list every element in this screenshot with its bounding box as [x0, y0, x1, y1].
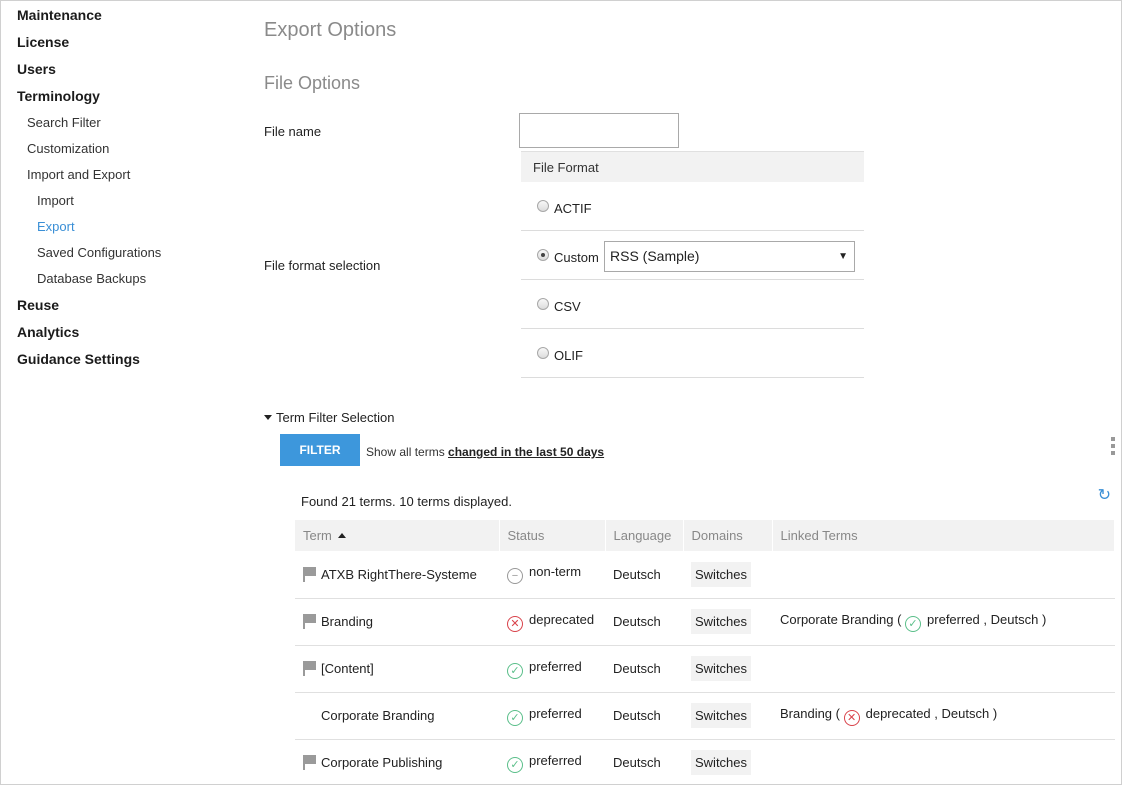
radio-csv[interactable] [537, 298, 549, 310]
table-row[interactable]: Corporate Publishing ✓ preferred Deutsch … [295, 739, 1115, 785]
radio-olif[interactable] [537, 347, 549, 359]
column-header-domains[interactable]: Domains [683, 520, 773, 551]
term-name[interactable]: Corporate Branding [321, 708, 434, 723]
file-format-label: File format selection [264, 258, 381, 273]
preferred-status-icon: ✓ [507, 756, 523, 773]
nav-import[interactable]: Import [37, 193, 74, 208]
domain-chip: Switches [691, 561, 752, 587]
term-status: preferred [529, 658, 582, 674]
dropdown-arrow-icon: ▼ [838, 251, 848, 262]
domain-chip: Switches [691, 609, 752, 634]
radio-actif[interactable] [537, 200, 549, 212]
term-name[interactable]: Branding [321, 614, 373, 629]
custom-format-value: RSS (Sample) [610, 248, 700, 264]
deprecated-status-icon: ✕ [507, 615, 523, 632]
term-status: preferred [529, 752, 582, 768]
nav-import-and-export[interactable]: Import and Export [27, 167, 130, 182]
deprecated-status-icon: ✕ [843, 709, 860, 726]
column-header-term[interactable]: Term [295, 520, 500, 551]
column-header-language[interactable]: Language [605, 520, 684, 551]
sidebar-nav: Maintenance License Users Terminology Se… [1, 1, 241, 784]
linked-term-language: Deutsch [941, 705, 990, 721]
page-title: Export Options [264, 19, 397, 41]
linked-term-status: deprecated [865, 705, 931, 721]
format-label-csv: CSV [554, 299, 581, 314]
file-name-input[interactable] [519, 113, 679, 148]
radio-custom[interactable] [537, 249, 549, 261]
nav-analytics[interactable]: Analytics [17, 324, 79, 340]
format-row-olif: OLIF [521, 329, 864, 378]
filter-button[interactable]: FILTER [280, 434, 360, 466]
custom-format-select[interactable]: RSS (Sample) ▼ [604, 241, 855, 272]
terms-table: Term Status Language Domains Linked Term… [295, 520, 1115, 785]
column-header-linked-terms[interactable]: Linked Terms [772, 520, 1115, 551]
linked-term-name[interactable]: Corporate Branding [780, 612, 893, 627]
flag-icon[interactable] [303, 614, 317, 629]
flag-icon[interactable] [303, 566, 317, 582]
nav-terminology[interactable]: Terminology [17, 88, 100, 104]
table-row[interactable]: [Content] ✓ preferred Deutsch Switches [295, 645, 1115, 693]
term-filter-toggle[interactable]: Term Filter Selection [264, 410, 394, 425]
domain-chip: Switches [691, 656, 752, 681]
preferred-status-icon: ✓ [905, 615, 922, 632]
term-status: preferred [529, 705, 582, 721]
term-language: Deutsch [605, 692, 683, 740]
file-format-box: File Format ACTIF Custom RSS (Sample) ▼ … [521, 151, 864, 378]
nav-customization[interactable]: Customization [27, 141, 109, 156]
more-options-icon[interactable] [1111, 437, 1115, 458]
term-language: Deutsch [605, 739, 683, 785]
linked-term-status: preferred [927, 611, 980, 627]
preferred-status-icon: ✓ [507, 662, 523, 679]
nav-users[interactable]: Users [17, 61, 56, 77]
table-row[interactable]: Branding ✕ deprecated Deutsch Switches Co… [295, 598, 1115, 646]
term-status: non-term [529, 564, 582, 580]
term-language: Deutsch [605, 551, 683, 599]
non-term-status-icon: − [507, 568, 523, 585]
nav-database-backups[interactable]: Database Backups [37, 271, 146, 286]
flag-icon[interactable] [303, 661, 317, 676]
table-row[interactable]: ATXB RightThere-Systeme − non-term Deutsc… [295, 551, 1115, 599]
term-name[interactable]: [Content] [321, 661, 374, 676]
nav-maintenance[interactable]: Maintenance [17, 7, 102, 23]
filter-description: Show all terms changed in the last 50 da… [366, 445, 604, 459]
file-name-label: File name [264, 124, 322, 139]
nav-search-filter[interactable]: Search Filter [27, 115, 101, 130]
nav-reuse[interactable]: Reuse [17, 297, 59, 313]
format-label-custom: Custom [554, 250, 599, 265]
flag-icon[interactable] [303, 755, 317, 770]
term-filter-label: Term Filter Selection [276, 410, 395, 425]
main-content: Export Options File Options File name Fi… [264, 1, 1121, 785]
domain-chip: Switches [691, 703, 752, 728]
term-status: deprecated [529, 611, 595, 627]
nav-license[interactable]: License [17, 34, 69, 50]
linked-term-language: Deutsch [990, 611, 1039, 627]
nav-saved-configurations[interactable]: Saved Configurations [37, 245, 161, 260]
nav-guidance-settings[interactable]: Guidance Settings [17, 351, 140, 367]
format-row-custom: Custom RSS (Sample) ▼ [521, 231, 864, 280]
term-name[interactable]: Corporate Publishing [321, 755, 442, 770]
term-name[interactable]: ATXB RightThere-Systeme [321, 567, 477, 582]
nav-export[interactable]: Export [37, 219, 75, 234]
format-row-csv: CSV [521, 280, 864, 329]
linked-term[interactable]: Corporate Branding ( ✓ preferred , Deutsc… [772, 598, 1115, 646]
format-label-olif: OLIF [554, 348, 583, 363]
sort-ascending-icon [337, 533, 346, 538]
format-row-actif: ACTIF [521, 182, 864, 231]
term-language: Deutsch [605, 598, 683, 646]
term-language: Deutsch [605, 645, 683, 693]
section-title: File Options [264, 73, 361, 93]
domain-chip: Switches [691, 750, 752, 775]
file-format-header: File Format [521, 151, 864, 182]
caret-down-icon [264, 415, 272, 420]
column-header-status[interactable]: Status [499, 520, 606, 551]
table-row[interactable]: Corporate Branding ✓ preferred Deutsch Sw… [295, 692, 1115, 740]
linked-term-name[interactable]: Branding [780, 706, 832, 721]
filter-desc-prefix: Show all terms [366, 445, 449, 459]
format-label-actif: ACTIF [554, 201, 592, 216]
preferred-status-icon: ✓ [507, 709, 523, 726]
linked-term[interactable]: Branding ( ✕ deprecated , Deutsch ) [772, 692, 1115, 740]
refresh-icon[interactable]: ↻ [1098, 485, 1111, 505]
filter-period-link[interactable]: changed in the last 50 days [448, 445, 604, 459]
found-count: Found 21 terms. 10 terms displayed. [301, 494, 512, 509]
